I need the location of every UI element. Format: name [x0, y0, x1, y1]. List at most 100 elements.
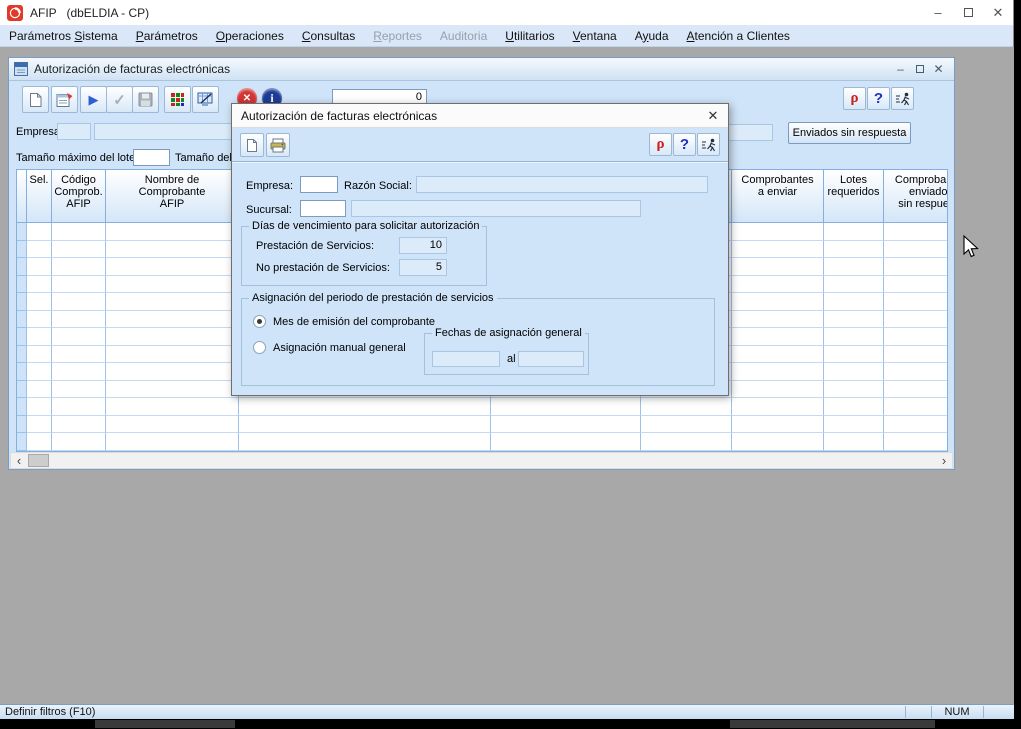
- table-cell: [52, 258, 106, 276]
- table-cell: [239, 398, 491, 416]
- table-cell: [491, 433, 641, 451]
- table-cell: [52, 276, 106, 294]
- table-cell: [106, 398, 239, 416]
- column-header[interactable]: [17, 170, 27, 222]
- question-mark-icon: ?: [680, 136, 689, 153]
- play-icon: ▶: [89, 92, 99, 108]
- table-cell: [824, 433, 884, 451]
- menu-item[interactable]: Ventana: [564, 26, 626, 46]
- column-header[interactable]: Código Comprob. AFIP: [52, 170, 106, 222]
- minimize-button[interactable]: –: [923, 0, 953, 25]
- table-cell: [52, 293, 106, 311]
- radio-mes-emision-label[interactable]: Mes de emisión del comprobante: [273, 316, 435, 328]
- radio-asignacion-manual-label[interactable]: Asignación manual general: [273, 342, 406, 354]
- table-cell: [824, 398, 884, 416]
- filter-button[interactable]: ρ: [843, 87, 866, 110]
- view-export-button[interactable]: [192, 86, 219, 113]
- table-cell: [17, 311, 27, 329]
- dialog-print-button[interactable]: [266, 133, 290, 157]
- table-cell: [732, 241, 824, 259]
- table-cell: [732, 416, 824, 434]
- table-cell: [52, 223, 106, 241]
- menu-item[interactable]: Utilitarios: [496, 26, 563, 46]
- table-cell: [27, 416, 52, 434]
- help-button[interactable]: ?: [867, 87, 890, 110]
- menu-bar: Parámetros SistemaParámetrosOperacionesC…: [0, 25, 1013, 47]
- enviados-sin-respuesta-button[interactable]: Enviados sin respuesta: [788, 122, 911, 144]
- horizontal-scrollbar[interactable]: ‹ ›: [10, 452, 953, 469]
- radio-asignacion-manual[interactable]: [253, 341, 266, 354]
- table-cell: [824, 416, 884, 434]
- num-lock-indicator: NUM: [933, 706, 981, 718]
- menu-item[interactable]: Operaciones: [207, 26, 293, 46]
- menu-item[interactable]: Parámetros Sistema: [0, 26, 127, 46]
- table-cell: [824, 328, 884, 346]
- table-cell: [884, 363, 948, 381]
- column-header[interactable]: Nombre de Comprobante AFIP: [106, 170, 239, 222]
- prestacion-field[interactable]: 10: [399, 237, 447, 254]
- dialog-new-button[interactable]: [240, 133, 264, 157]
- table-cell: [17, 241, 27, 259]
- scrollbar-thumb[interactable]: [28, 454, 49, 467]
- menu-item[interactable]: Ayuda: [626, 26, 678, 46]
- table-cell: [491, 416, 641, 434]
- table-cell: [52, 328, 106, 346]
- table-cell: [17, 433, 27, 451]
- app-window: AFIP (dbELDIA - CP) – ✕ Parámetros Siste…: [0, 0, 1014, 719]
- table-row[interactable]: [17, 433, 947, 451]
- table-cell: [17, 363, 27, 381]
- menu-item[interactable]: Atención a Clientes: [678, 26, 799, 46]
- column-header[interactable]: Sel.: [27, 170, 52, 222]
- table-cell: [17, 293, 27, 311]
- child-close-button[interactable]: ✕: [929, 58, 948, 80]
- dialog-filter-button[interactable]: ρ: [649, 133, 672, 156]
- new-record-button[interactable]: [22, 86, 49, 113]
- color-grid-icon: [170, 92, 185, 107]
- table-cell: [732, 223, 824, 241]
- fecha-desde-field: [432, 351, 500, 367]
- table-cell: [52, 241, 106, 259]
- fechas-al-label: al: [507, 353, 516, 365]
- properties-button[interactable]: [51, 86, 78, 113]
- table-cell: [17, 258, 27, 276]
- dialog-help-button[interactable]: ?: [673, 133, 696, 156]
- table-cell: [52, 398, 106, 416]
- new-document-icon: [28, 92, 43, 108]
- mdi-client-area: Autorización de facturas electrónicas – …: [0, 47, 1014, 704]
- table-cell: [884, 398, 948, 416]
- lote-max-field[interactable]: [133, 149, 170, 166]
- dialog-close-button[interactable]: ✕: [698, 104, 728, 127]
- radio-mes-emision[interactable]: [253, 315, 266, 328]
- child-maximize-button[interactable]: [910, 58, 929, 80]
- no-prestacion-field[interactable]: 5: [399, 259, 447, 276]
- table-cell: [884, 311, 948, 329]
- scroll-left-arrow[interactable]: ‹: [11, 453, 27, 468]
- dialog-exit-button[interactable]: [697, 133, 720, 156]
- column-header[interactable]: Comprobantes enviados sin respuesta: [884, 170, 948, 222]
- batch-process-button[interactable]: [164, 86, 191, 113]
- dialog-title: Autorización de facturas electrónicas: [241, 109, 437, 123]
- table-cell: [27, 433, 52, 451]
- child-window-controls: – ✕: [891, 58, 948, 80]
- column-header[interactable]: Comprobantes a enviar: [732, 170, 824, 222]
- form-icon: [14, 62, 28, 76]
- dialog-titlebar: Autorización de facturas electrónicas ✕: [232, 104, 728, 128]
- scroll-right-arrow[interactable]: ›: [936, 453, 952, 468]
- close-button[interactable]: ✕: [983, 0, 1013, 25]
- dialog-razon-label: Razón Social:: [344, 180, 412, 192]
- table-cell: [884, 258, 948, 276]
- column-header[interactable]: Lotes requeridos: [824, 170, 884, 222]
- dialog-sucursal-field[interactable]: [300, 200, 346, 217]
- maximize-button[interactable]: [953, 0, 983, 25]
- execute-button[interactable]: ▶: [80, 86, 107, 113]
- menu-item[interactable]: Consultas: [293, 26, 364, 46]
- table-row[interactable]: [17, 416, 947, 434]
- menu-item[interactable]: Parámetros: [127, 26, 207, 46]
- dialog-empresa-field[interactable]: [300, 176, 338, 193]
- child-minimize-button[interactable]: –: [891, 58, 910, 80]
- exit-button[interactable]: [891, 87, 914, 110]
- taskbar-segment: [730, 720, 935, 728]
- table-cell: [824, 311, 884, 329]
- table-row[interactable]: [17, 398, 947, 416]
- empresa-name-field: [94, 123, 238, 140]
